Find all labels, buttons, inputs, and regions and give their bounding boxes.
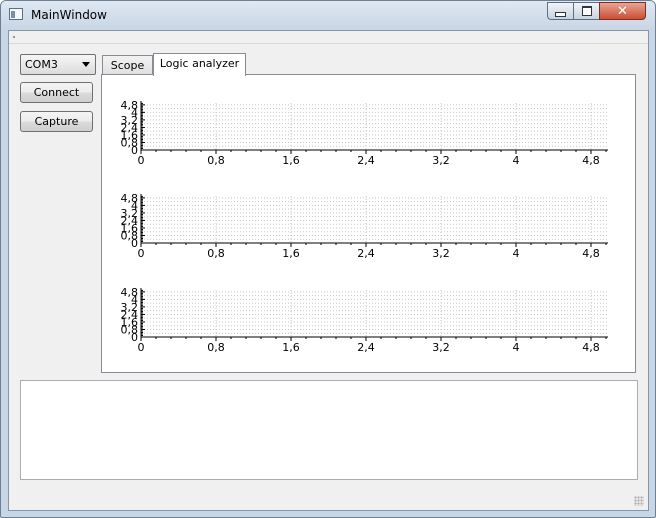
minimize-button[interactable] xyxy=(547,2,574,20)
x-tick-label: 0 xyxy=(138,341,145,354)
x-tick-label: 1,6 xyxy=(282,247,300,260)
x-tick-label: 2,4 xyxy=(357,247,375,260)
x-tick-label: 3,2 xyxy=(432,341,450,354)
x-tick-label: 0,8 xyxy=(207,154,225,167)
y-tick-label: 4,8 xyxy=(121,192,139,205)
title-bar[interactable]: MainWindow ✕ xyxy=(1,1,655,29)
x-tick-label: 4 xyxy=(513,247,520,260)
close-button[interactable]: ✕ xyxy=(599,2,646,20)
x-tick-label: 0 xyxy=(138,154,145,167)
tab-logic-analyzer[interactable]: Logic analyzer xyxy=(153,53,246,76)
menu-bar-handle xyxy=(13,36,15,38)
x-tick-label: 4 xyxy=(513,154,520,167)
chevron-down-icon xyxy=(82,62,90,67)
main-window: MainWindow ✕ COM3 Connect Capture Scope … xyxy=(0,0,656,518)
menu-bar xyxy=(9,31,648,44)
x-tick-label: 3,2 xyxy=(432,247,450,260)
x-tick-label: 4,8 xyxy=(582,341,600,354)
x-tick-label: 0 xyxy=(138,247,145,260)
connect-button[interactable]: Connect xyxy=(20,82,93,103)
y-tick-label: 4,8 xyxy=(121,286,139,299)
app-icon xyxy=(9,8,23,20)
output-text-area[interactable] xyxy=(20,380,638,480)
close-icon: ✕ xyxy=(617,3,628,19)
size-grip[interactable] xyxy=(634,496,644,506)
maximize-icon xyxy=(581,6,592,16)
port-select[interactable]: COM3 xyxy=(20,54,96,75)
tab-scope[interactable]: Scope xyxy=(102,55,153,75)
x-tick-label: 0,8 xyxy=(207,247,225,260)
x-tick-label: 1,6 xyxy=(282,154,300,167)
port-select-value: COM3 xyxy=(25,58,58,71)
x-tick-label: 4 xyxy=(513,341,520,354)
logic-analyzer-panel: 0 0,8 1,6 2,4 3,2 4 4,8 0 0,8 1,6 2,4 3,2 4 4,8 0 0,8 1,… xyxy=(101,74,636,373)
x-tick-label: 3,2 xyxy=(432,154,450,167)
y-tick-label: 4,8 xyxy=(121,99,139,112)
x-tick-label: 2,4 xyxy=(357,341,375,354)
minimize-icon xyxy=(555,11,566,17)
x-tick-label: 0,8 xyxy=(207,341,225,354)
client-area: COM3 Connect Capture Scope Logic analyze… xyxy=(8,30,649,511)
x-tick-label: 1,6 xyxy=(282,341,300,354)
window-title: MainWindow xyxy=(31,8,107,22)
capture-button[interactable]: Capture xyxy=(20,111,93,132)
x-tick-label: 4,8 xyxy=(582,154,600,167)
maximize-button[interactable] xyxy=(573,2,600,20)
x-tick-label: 2,4 xyxy=(357,154,375,167)
x-tick-label: 4,8 xyxy=(582,247,600,260)
logic-plots: 0 0,8 1,6 2,4 3,2 4 4,8 0 0,8 1,6 2,4 3,2 4 4,8 0 0,8 1,… xyxy=(121,99,608,354)
